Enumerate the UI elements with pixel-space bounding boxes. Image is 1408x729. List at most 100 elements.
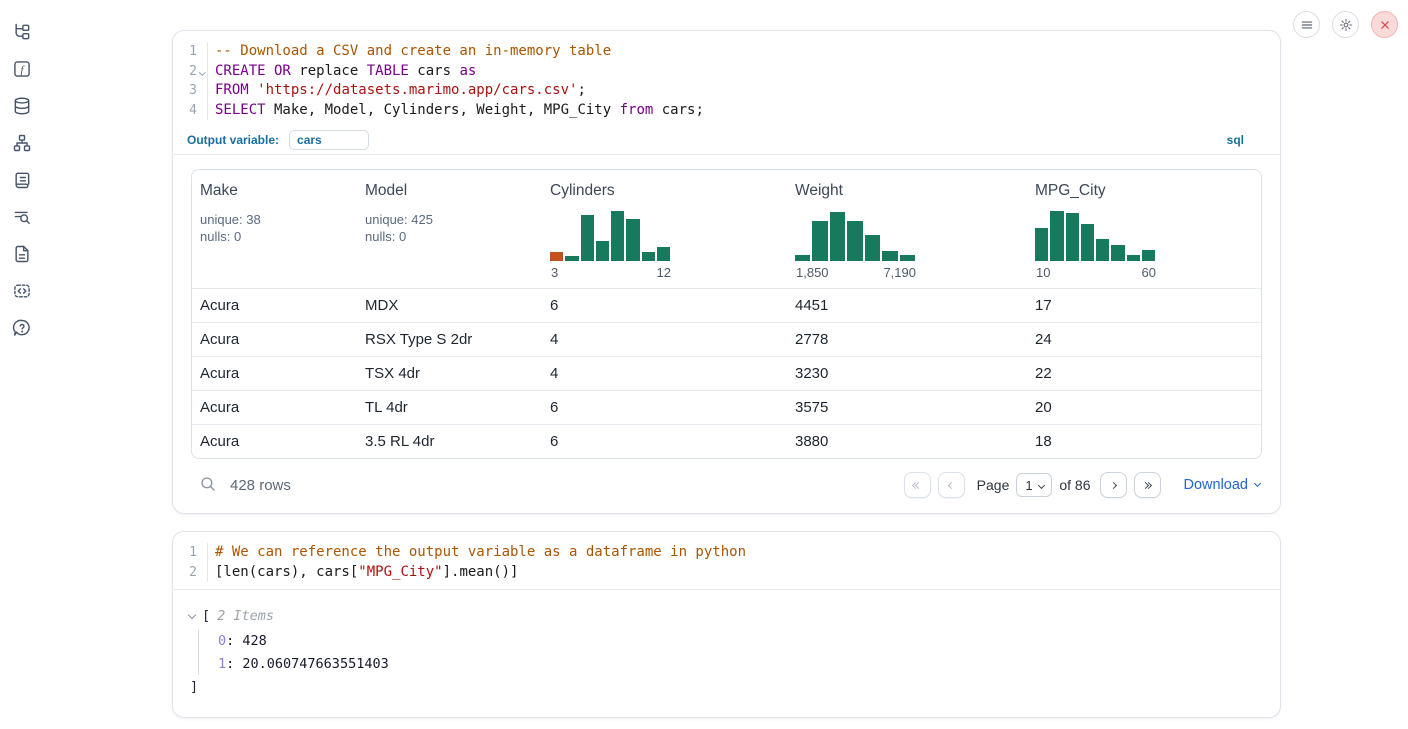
item-count: 2 Items: [217, 606, 274, 626]
histogram-bar: [900, 255, 915, 261]
table-cell: 4: [542, 323, 787, 356]
line-number: 1: [173, 42, 197, 62]
table-cell: 20: [1027, 391, 1261, 424]
functions-icon[interactable]: f: [12, 59, 32, 79]
weight-histogram: [795, 209, 915, 261]
scratchpad-icon[interactable]: [12, 170, 32, 190]
table-cell: Acura: [192, 289, 357, 322]
help-icon[interactable]: [12, 318, 32, 338]
language-badge: sql: [1227, 133, 1244, 147]
histogram-bar: [830, 212, 845, 261]
python-output: [ 2 Items 0: 4281: 20.060747663551403 ]: [173, 590, 1280, 717]
histogram-bar: [1066, 213, 1079, 261]
documentation-icon[interactable]: [12, 244, 32, 264]
table-cell: Acura: [192, 323, 357, 356]
line-number: 4: [173, 101, 197, 121]
fold-chevron-icon[interactable]: [199, 69, 205, 75]
line-number: 1: [173, 543, 197, 563]
output-variable-label: Output variable:: [187, 133, 279, 147]
histogram-axis-labels: 10 60: [1035, 265, 1157, 282]
chevron-down-icon: [1254, 480, 1261, 487]
menu-button[interactable]: [1293, 11, 1320, 38]
download-button[interactable]: Download: [1184, 477, 1261, 493]
table-cell: TL 4dr: [357, 391, 542, 424]
column-header-make[interactable]: Make unique: 38 nulls: 0: [192, 170, 357, 288]
sql-cell: 1 -- Download a CSV and create an in-memo…: [172, 30, 1281, 514]
table-cell: 6: [542, 425, 787, 458]
row-count: 428 rows: [230, 477, 291, 494]
logs-icon[interactable]: [12, 207, 32, 227]
code-line[interactable]: 2[len(cars), cars["MPG_City"].mean()]: [173, 563, 1280, 583]
code-line[interactable]: 2CREATE OR replace TABLE cars as: [173, 62, 1280, 82]
table-row: Acura3.5 RL 4dr6388018: [192, 425, 1261, 458]
table-cell: 6: [542, 391, 787, 424]
histogram-bar: [611, 211, 624, 261]
column-header-cylinders[interactable]: Cylinders 3 12: [542, 170, 787, 288]
table-header: Make unique: 38 nulls: 0 Model unique: 4…: [192, 170, 1261, 289]
hamburger-icon: [1300, 18, 1314, 32]
histogram-bar: [795, 255, 810, 261]
pagination: Page 1 of 86 Download: [904, 472, 1260, 498]
mpg-city-histogram: [1035, 209, 1155, 261]
left-sidebar: f: [0, 0, 44, 729]
code-text: # We can reference the output variable a…: [207, 543, 1280, 563]
code-line[interactable]: 3FROM 'https://datasets.marimo.app/cars.…: [173, 81, 1280, 101]
histogram-bar: [565, 256, 578, 261]
sql-code-editor[interactable]: 1 -- Download a CSV and create an in-memo…: [173, 31, 1280, 127]
snippets-icon[interactable]: [12, 281, 32, 301]
output-variable-row: Output variable: sql: [173, 127, 1280, 155]
code-text: -- Download a CSV and create an in-memor…: [207, 42, 1280, 62]
code-line[interactable]: 1 -- Download a CSV and create an in-memo…: [173, 42, 1280, 62]
table-row: AcuraTSX 4dr4323022: [192, 357, 1261, 391]
table-cell: 18: [1027, 425, 1261, 458]
code-text: FROM 'https://datasets.marimo.app/cars.c…: [207, 81, 1280, 101]
last-page-button[interactable]: [1134, 472, 1161, 498]
dependency-graph-icon[interactable]: [12, 133, 32, 153]
table-cell: Acura: [192, 357, 357, 390]
close-icon: [1378, 18, 1392, 32]
table-row: AcuraMDX6445117: [192, 289, 1261, 323]
table-cell: Acura: [192, 391, 357, 424]
search-icon[interactable]: [199, 475, 219, 495]
table-cell: 3880: [787, 425, 1027, 458]
table-cell: 3.5 RL 4dr: [357, 425, 542, 458]
settings-button[interactable]: [1332, 11, 1359, 38]
shutdown-button[interactable]: [1371, 11, 1398, 38]
previous-page-button[interactable]: [938, 472, 965, 498]
column-header-model[interactable]: Model unique: 425 nulls: 0: [357, 170, 542, 288]
python-code-editor[interactable]: 1 # We can reference the output variable …: [173, 532, 1280, 589]
histogram-bar: [865, 235, 880, 261]
datasources-icon[interactable]: [12, 96, 32, 116]
list-items: 0: 4281: 20.060747663551403: [198, 630, 1262, 675]
code-line[interactable]: 1 # We can reference the output variable …: [173, 543, 1280, 563]
first-page-button[interactable]: [904, 472, 931, 498]
table-body: AcuraMDX6445117AcuraRSX Type S 2dr427782…: [192, 289, 1261, 458]
table-cell: MDX: [357, 289, 542, 322]
collapse-chevron-icon[interactable]: [188, 611, 196, 619]
table-cell: 4: [542, 357, 787, 390]
line-number: 2: [173, 62, 197, 82]
data-table: Make unique: 38 nulls: 0 Model unique: 4…: [191, 169, 1262, 459]
table-cell: 3230: [787, 357, 1027, 390]
next-page-button[interactable]: [1100, 472, 1127, 498]
code-line[interactable]: 4 SELECT Make, Model, Cylinders, Weight, …: [173, 101, 1280, 121]
histogram-bar: [581, 215, 594, 261]
histogram-bar: [812, 221, 827, 261]
column-header-weight[interactable]: Weight 1,850 7,190: [787, 170, 1027, 288]
table-cell: RSX Type S 2dr: [357, 323, 542, 356]
file-explorer-icon[interactable]: [12, 22, 32, 42]
table-cell: 22: [1027, 357, 1261, 390]
list-item: 0: 428: [218, 630, 1262, 653]
svg-text:f: f: [20, 64, 25, 76]
page-select[interactable]: 1: [1016, 473, 1052, 497]
code-text: SELECT Make, Model, Cylinders, Weight, M…: [207, 101, 1280, 121]
histogram-bar: [1111, 245, 1124, 261]
histogram-bar: [596, 241, 609, 261]
list-output-header: [ 2 Items: [189, 606, 1262, 626]
histogram-bar: [1127, 255, 1140, 261]
python-cell: 1 # We can reference the output variable …: [172, 531, 1281, 718]
table-row: AcuraRSX Type S 2dr4277824: [192, 323, 1261, 357]
page-label: Page: [977, 477, 1010, 493]
output-variable-input[interactable]: [289, 130, 369, 150]
column-header-mpg-city[interactable]: MPG_City 10 60: [1027, 170, 1261, 288]
